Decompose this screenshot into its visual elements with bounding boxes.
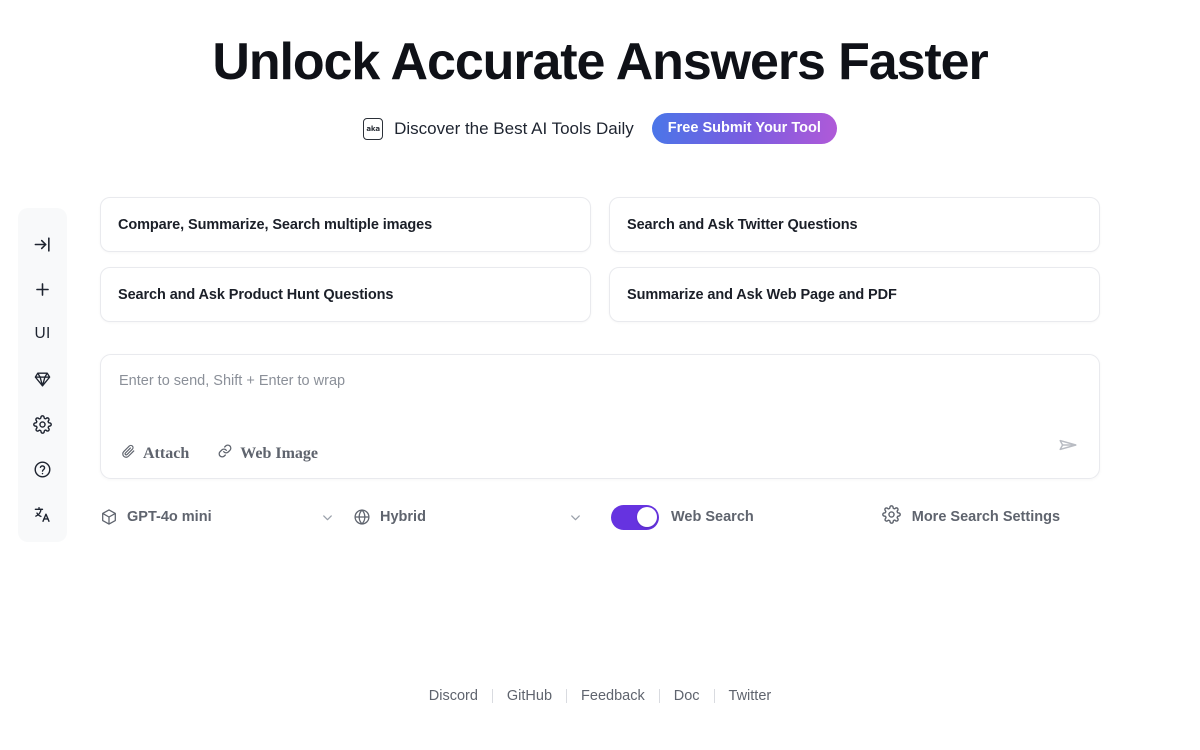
footer-link-feedback[interactable]: Feedback: [567, 688, 659, 704]
message-composer: Attach Web Image: [100, 354, 1100, 479]
aka-logo-icon: aka: [363, 117, 384, 140]
sidebar-item-help[interactable]: [28, 457, 58, 481]
more-search-settings-label: More Search Settings: [911, 509, 1061, 525]
sidebar-item-new-chat[interactable]: [28, 277, 58, 301]
sidebar-item-language[interactable]: [28, 502, 58, 526]
suggestion-card[interactable]: Search and Ask Product Hunt Questions: [100, 267, 591, 322]
left-sidebar: UI: [18, 208, 67, 542]
toggle-knob: [636, 507, 657, 527]
ui-text-icon: UI: [34, 325, 51, 342]
model-selector-label: GPT-4o mini: [127, 509, 212, 525]
app-root: UI Unlock Accurate Answers Faster aka Di…: [0, 0, 1200, 750]
suggestion-card-label: Compare, Summarize, Search multiple imag…: [118, 216, 433, 233]
question-circle-icon: [33, 460, 52, 479]
translate-icon: [33, 505, 52, 524]
footer-link-github[interactable]: GitHub: [493, 688, 566, 704]
search-mode-label: Hybrid: [380, 509, 426, 525]
cube-icon: [100, 508, 118, 526]
web-search-toggle-group[interactable]: Web Search: [611, 504, 754, 530]
attach-label: Attach: [143, 444, 190, 462]
web-search-label: Web Search: [671, 509, 754, 525]
gear-icon: [881, 505, 901, 529]
suggestion-card-label: Summarize and Ask Web Page and PDF: [627, 286, 897, 303]
suggestion-cards: Compare, Summarize, Search multiple imag…: [100, 197, 1100, 322]
gear-icon: [33, 414, 52, 434]
send-paper-plane-icon: [1057, 434, 1079, 461]
hero-section: Unlock Accurate Answers Faster aka Disco…: [0, 0, 1200, 145]
suggestion-card-label: Search and Ask Product Hunt Questions: [118, 286, 394, 303]
plus-icon: [33, 280, 52, 299]
suggestion-card[interactable]: Summarize and Ask Web Page and PDF: [609, 267, 1100, 322]
arrow-to-line-icon: [33, 235, 52, 254]
chevron-down-icon: [568, 510, 583, 525]
link-icon: [217, 443, 233, 464]
suggestion-card[interactable]: Compare, Summarize, Search multiple imag…: [100, 197, 591, 252]
composer-toolbar: Attach Web Image: [121, 443, 318, 464]
attach-button[interactable]: Attach: [121, 444, 189, 464]
web-search-toggle[interactable]: [611, 504, 659, 530]
footer-link-discord[interactable]: Discord: [415, 688, 492, 704]
free-submit-tool-button[interactable]: Free Submit Your Tool: [651, 113, 837, 145]
footer-link-twitter[interactable]: Twitter: [715, 688, 786, 704]
suggestion-card-label: Search and Ask Twitter Questions: [627, 216, 858, 233]
diamond-icon: [33, 370, 52, 389]
page-title: Unlock Accurate Answers Faster: [212, 33, 988, 91]
message-input[interactable]: [119, 373, 1081, 389]
chevron-down-icon: [320, 510, 335, 525]
web-image-button[interactable]: Web Image: [217, 443, 318, 464]
sidebar-item-ui-mode[interactable]: UI: [28, 322, 58, 346]
suggestion-card[interactable]: Search and Ask Twitter Questions: [609, 197, 1100, 252]
hero-subtitle-row: aka Discover the Best AI Tools Daily Fre…: [0, 113, 1200, 145]
sidebar-item-upgrade[interactable]: [28, 367, 58, 391]
paperclip-icon: [121, 444, 136, 464]
footer-link-doc[interactable]: Doc: [660, 688, 714, 704]
sidebar-item-settings[interactable]: [28, 412, 58, 436]
model-selector[interactable]: GPT-4o mini: [100, 508, 335, 526]
more-search-settings-button[interactable]: More Search Settings: [881, 505, 1061, 529]
hero-subtitle: Discover the Best AI Tools Daily: [394, 118, 634, 138]
composer-controls: GPT-4o mini Hybrid Web Search More Searc…: [100, 498, 1100, 536]
send-button[interactable]: [1053, 432, 1083, 462]
globe-icon: [353, 508, 371, 526]
search-mode-selector[interactable]: Hybrid: [353, 508, 583, 526]
footer-links: Discord GitHub Feedback Doc Twitter: [0, 688, 1200, 704]
sidebar-item-collapse-sidebar[interactable]: [28, 232, 58, 256]
web-image-label: Web Image: [240, 444, 318, 462]
